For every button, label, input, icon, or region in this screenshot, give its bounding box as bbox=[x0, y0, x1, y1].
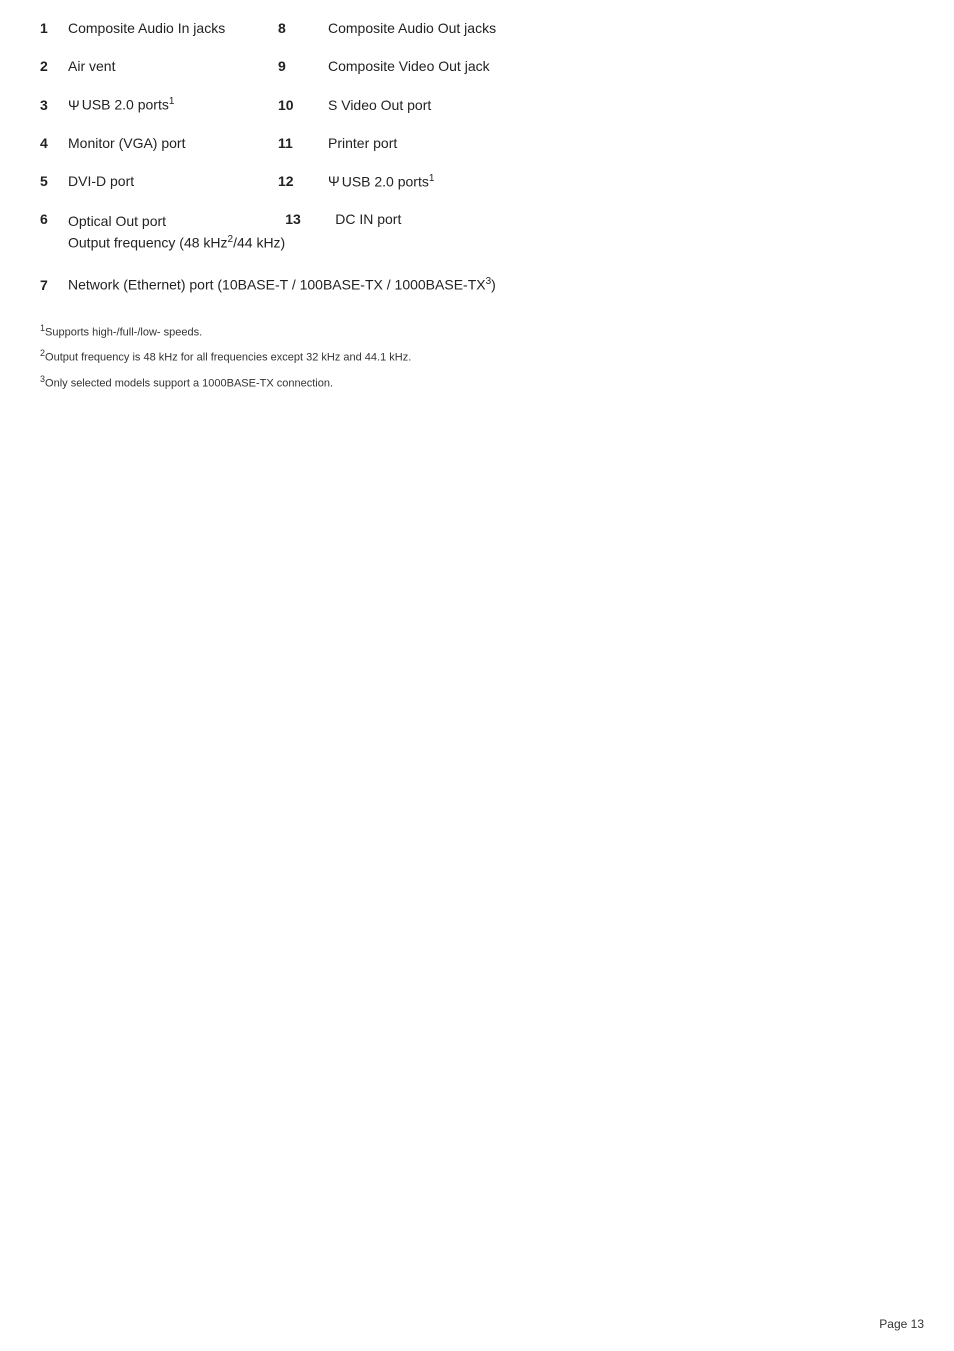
row-7: 7 Network (Ethernet) port (10BASE-T / 10… bbox=[40, 276, 914, 293]
right-num-8: 8 bbox=[278, 20, 328, 36]
row-4: 4Monitor (VGA) port11Printer port bbox=[40, 135, 914, 151]
row-6: 6 Optical Out port Output frequency (48 … bbox=[40, 211, 914, 254]
row-5: 5DVI-D port12ΨUSB 2.0 ports1 bbox=[40, 173, 914, 190]
left-num-2: 2 bbox=[40, 58, 68, 74]
footnote-2: 2Output frequency is 48 kHz for all freq… bbox=[40, 348, 914, 364]
row6-right-label: DC IN port bbox=[335, 211, 401, 227]
right-label-12: ΨUSB 2.0 ports1 bbox=[328, 173, 434, 190]
usb-icon-left: Ψ bbox=[68, 97, 80, 113]
footnotes-section: 1Supports high-/full-/low- speeds. 2Outpu… bbox=[40, 323, 914, 390]
right-num-12: 12 bbox=[278, 173, 328, 189]
footnote-text-2: Output frequency is 48 kHz for all frequ… bbox=[45, 352, 411, 364]
footnote-3: 3Only selected models support a 1000BASE… bbox=[40, 374, 914, 390]
row6-right-num: 13 bbox=[285, 211, 335, 227]
left-num-4: 4 bbox=[40, 135, 68, 151]
left-label-5: DVI-D port bbox=[68, 173, 278, 189]
right-label-10: S Video Out port bbox=[328, 97, 431, 113]
right-label-8: Composite Audio Out jacks bbox=[328, 20, 496, 36]
right-label-11: Printer port bbox=[328, 135, 397, 151]
row-3: 3ΨUSB 2.0 ports110S Video Out port bbox=[40, 96, 914, 113]
right-num-9: 9 bbox=[278, 58, 328, 74]
footnote-1: 1Supports high-/full-/low- speeds. bbox=[40, 323, 914, 339]
row7-num: 7 bbox=[40, 277, 68, 293]
page-number: Page 13 bbox=[879, 1317, 924, 1331]
row7-label: Network (Ethernet) port (10BASE-T / 100B… bbox=[68, 276, 496, 293]
row-2: 2Air vent9Composite Video Out jack bbox=[40, 58, 914, 74]
right-num-10: 10 bbox=[278, 97, 328, 113]
row6-label-line2: Output frequency (48 kHz2/44 kHz) bbox=[68, 232, 285, 254]
left-num-5: 5 bbox=[40, 173, 68, 189]
usb-icon-right: Ψ bbox=[328, 173, 340, 189]
left-label-2: Air vent bbox=[68, 58, 278, 74]
row-1: 1Composite Audio In jacks8Composite Audi… bbox=[40, 20, 914, 36]
right-num-11: 11 bbox=[278, 135, 328, 151]
left-num-3: 3 bbox=[40, 97, 68, 113]
left-label-1: Composite Audio In jacks bbox=[68, 20, 278, 36]
footnote-ref-left-3: 1 bbox=[169, 96, 175, 107]
row6-num: 6 bbox=[40, 211, 68, 227]
row6-label-line1: Optical Out port bbox=[68, 211, 285, 232]
right-label-9: Composite Video Out jack bbox=[328, 58, 490, 74]
left-label-3: ΨUSB 2.0 ports1 bbox=[68, 96, 278, 113]
footnote-text-1: Supports high-/full-/low- speeds. bbox=[45, 326, 202, 338]
footnote-ref-right-12: 1 bbox=[429, 173, 435, 184]
left-num-1: 1 bbox=[40, 20, 68, 36]
footnote-text-3: Only selected models support a 1000BASE-… bbox=[45, 378, 333, 390]
left-label-4: Monitor (VGA) port bbox=[68, 135, 278, 151]
row6-label: Optical Out port Output frequency (48 kH… bbox=[68, 211, 285, 254]
